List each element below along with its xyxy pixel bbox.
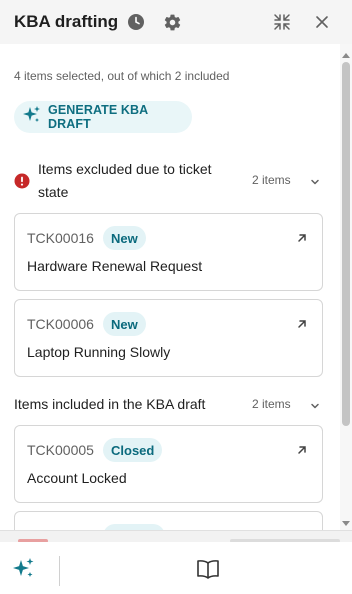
excluded-section-title: Items excluded due to ticket state (38, 161, 212, 200)
close-icon[interactable] (311, 11, 333, 33)
excluded-section-count: 2 items (252, 173, 291, 187)
ticket-id: TCK00016 (27, 230, 94, 246)
collapse-icon[interactable] (271, 11, 293, 33)
warning-icon (14, 173, 30, 189)
selection-summary: 4 items selected, out of which 2 include… (14, 69, 230, 83)
content-scroll-area[interactable]: 4 items selected, out of which 2 include… (0, 44, 340, 530)
open-external-icon[interactable] (295, 231, 309, 245)
sparkle-icon[interactable] (12, 557, 36, 581)
scroll-down-arrow-icon[interactable] (342, 515, 350, 526)
toolbar-separator (59, 556, 60, 586)
status-badge: New (103, 226, 146, 250)
sparkle-icon (22, 105, 42, 130)
history-icon[interactable] (125, 11, 147, 33)
generate-kba-draft-label: GENERATE KBA DRAFT (48, 103, 148, 131)
status-badge: Closed (103, 438, 163, 462)
ticket-title: Hardware Renewal Request (27, 258, 203, 274)
open-external-icon[interactable] (295, 317, 309, 331)
status-badge: New (103, 312, 146, 336)
generate-kba-draft-button[interactable]: GENERATE KBA DRAFT (14, 101, 192, 133)
scrollbar-thumb[interactable] (342, 62, 350, 426)
ticket-id: TCK00005 (27, 442, 94, 458)
bottom-divider (0, 530, 352, 543)
ticket-card[interactable]: TCK00005 Closed Account Locked (14, 425, 323, 503)
panel-title: KBA drafting (14, 12, 119, 31)
ticket-card[interactable] (14, 511, 323, 530)
scroll-up-arrow-icon[interactable] (342, 48, 350, 58)
ticket-card[interactable]: TCK00006 New Laptop Running Slowly (14, 299, 323, 377)
ticket-title: Laptop Running Slowly (27, 344, 171, 360)
included-section-title: Items included in the KBA draft (14, 396, 206, 412)
included-section-count: 2 items (252, 397, 291, 411)
ticket-title: Account Locked (27, 470, 127, 486)
chevron-down-icon[interactable] (309, 399, 321, 411)
ticket-card[interactable]: TCK00016 New Hardware Renewal Request (14, 213, 323, 291)
chevron-down-icon[interactable] (309, 175, 321, 187)
bottom-toolbar (0, 542, 352, 594)
gear-icon[interactable] (161, 11, 183, 33)
open-external-icon[interactable] (295, 443, 309, 457)
ticket-id: TCK00006 (27, 316, 94, 332)
book-icon[interactable] (196, 558, 220, 580)
